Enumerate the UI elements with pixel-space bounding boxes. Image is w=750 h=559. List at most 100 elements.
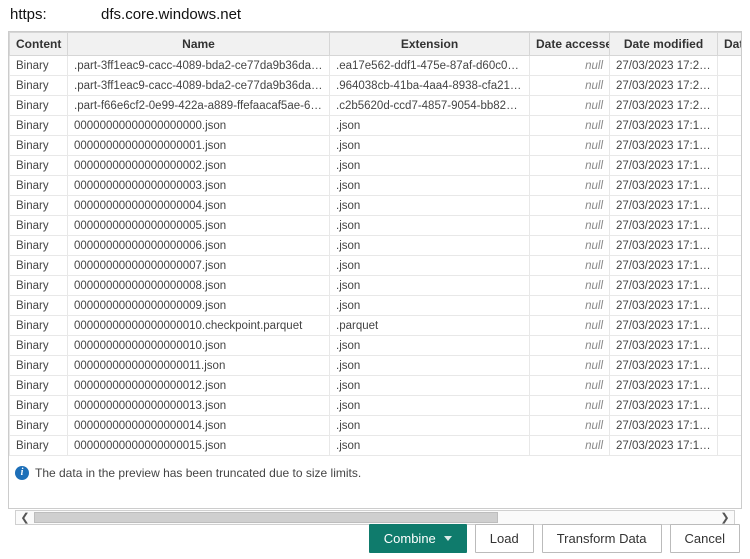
cell-extension: .c2b5620d-ccd7-4857-9054-bb826d79604b <box>330 96 530 116</box>
cell-date-accessed: null <box>530 376 610 396</box>
col-extension[interactable]: Extension <box>330 33 530 56</box>
cell-extension: .json <box>330 296 530 316</box>
cell-extension: .json <box>330 436 530 456</box>
cell-content: Binary <box>10 376 68 396</box>
col-content[interactable]: Content <box>10 33 68 56</box>
scroll-right-button[interactable]: ❯ <box>716 511 734 524</box>
cell-date-accessed: null <box>530 96 610 116</box>
cell-date-accessed: null <box>530 276 610 296</box>
cell-date-c <box>718 116 742 136</box>
table-row[interactable]: Binary00000000000000000005.json.jsonnull… <box>10 216 742 236</box>
cell-date-c <box>718 316 742 336</box>
cell-date-modified: 27/03/2023 17:19:49 <box>610 376 718 396</box>
cell-content: Binary <box>10 356 68 376</box>
transform-data-button[interactable]: Transform Data <box>542 524 662 553</box>
cell-date-c <box>718 156 742 176</box>
cell-date-modified: 27/03/2023 17:19:45 <box>610 336 718 356</box>
load-button[interactable]: Load <box>475 524 534 553</box>
horizontal-scrollbar[interactable]: ❮ ❯ <box>15 510 735 525</box>
cell-name: 00000000000000000011.json <box>68 356 330 376</box>
cell-date-c <box>718 96 742 116</box>
cell-content: Binary <box>10 76 68 96</box>
cell-name: 00000000000000000005.json <box>68 216 330 236</box>
table-row[interactable]: Binary00000000000000000010.json.jsonnull… <box>10 336 742 356</box>
cell-extension: .json <box>330 236 530 256</box>
cell-date-modified: 27/03/2023 17:19:37 <box>610 236 718 256</box>
cell-extension: .parquet <box>330 316 530 336</box>
table-row[interactable]: Binary00000000000000000006.json.jsonnull… <box>10 236 742 256</box>
cell-date-modified: 27/03/2023 17:21:26 <box>610 76 718 96</box>
cell-content: Binary <box>10 256 68 276</box>
cell-date-modified: 27/03/2023 17:19:51 <box>610 396 718 416</box>
col-date-accessed[interactable]: Date accessed <box>530 33 610 56</box>
cell-date-modified: 27/03/2023 17:23:36 <box>610 96 718 116</box>
cell-date-c <box>718 336 742 356</box>
cell-date-accessed: null <box>530 56 610 76</box>
table-row[interactable]: Binary00000000000000000014.json.jsonnull… <box>10 416 742 436</box>
cell-date-c <box>718 396 742 416</box>
scroll-left-button[interactable]: ❮ <box>16 511 34 524</box>
col-date-modified[interactable]: Date modified <box>610 33 718 56</box>
table-row[interactable]: Binary.part-3ff1eac9-cacc-4089-bda2-ce77… <box>10 56 742 76</box>
cell-date-modified: 27/03/2023 17:19:46 <box>610 316 718 336</box>
cell-name: 00000000000000000008.json <box>68 276 330 296</box>
cell-name: 00000000000000000000.json <box>68 116 330 136</box>
table-row[interactable]: Binary.part-f66e6cf2-0e99-422a-a889-ffef… <box>10 96 742 116</box>
info-icon: i <box>15 466 29 480</box>
cell-name: .part-f66e6cf2-0e99-422a-a889-ffefaacaf5… <box>68 96 330 116</box>
cell-date-modified: 27/03/2023 17:19:26 <box>610 116 718 136</box>
cell-extension: .json <box>330 116 530 136</box>
cell-content: Binary <box>10 196 68 216</box>
cell-date-modified: 27/03/2023 17:19:41 <box>610 276 718 296</box>
table-row[interactable]: Binary00000000000000000015.json.jsonnull… <box>10 436 742 456</box>
url-bar: https: dfs.core.windows.net <box>0 0 750 31</box>
table-row[interactable]: Binary00000000000000000003.json.jsonnull… <box>10 176 742 196</box>
cell-date-accessed: null <box>530 436 610 456</box>
cell-name: 00000000000000000004.json <box>68 196 330 216</box>
col-name[interactable]: Name <box>68 33 330 56</box>
cell-date-modified: 27/03/2023 17:19:35 <box>610 216 718 236</box>
cell-date-accessed: null <box>530 136 610 156</box>
table-row[interactable]: Binary00000000000000000000.json.jsonnull… <box>10 116 742 136</box>
combine-label: Combine <box>384 531 436 546</box>
cell-date-modified: 27/03/2023 17:19:27 <box>610 136 718 156</box>
cell-date-accessed: null <box>530 76 610 96</box>
cell-name: 00000000000000000003.json <box>68 176 330 196</box>
cell-extension: .json <box>330 376 530 396</box>
cell-name: 00000000000000000009.json <box>68 296 330 316</box>
table-row[interactable]: Binary00000000000000000012.json.jsonnull… <box>10 376 742 396</box>
cell-name: 00000000000000000014.json <box>68 416 330 436</box>
scroll-thumb[interactable] <box>34 512 498 523</box>
table-row[interactable]: Binary00000000000000000007.json.jsonnull… <box>10 256 742 276</box>
cell-date-modified: 27/03/2023 17:19:39 <box>610 256 718 276</box>
table-row[interactable]: Binary00000000000000000011.json.jsonnull… <box>10 356 742 376</box>
cell-date-c <box>718 216 742 236</box>
table-row[interactable]: Binary00000000000000000009.json.jsonnull… <box>10 296 742 316</box>
cell-name: 00000000000000000002.json <box>68 156 330 176</box>
table-row[interactable]: Binary.part-3ff1eac9-cacc-4089-bda2-ce77… <box>10 76 742 96</box>
preview-table: Content Name Extension Date accessed Dat… <box>8 31 742 509</box>
scroll-track[interactable] <box>34 511 716 524</box>
table-row[interactable]: Binary00000000000000000004.json.jsonnull… <box>10 196 742 216</box>
cell-content: Binary <box>10 236 68 256</box>
table-row[interactable]: Binary00000000000000000010.checkpoint.pa… <box>10 316 742 336</box>
cell-date-accessed: null <box>530 256 610 276</box>
info-text: The data in the preview has been truncat… <box>35 466 361 480</box>
table-row[interactable]: Binary00000000000000000013.json.jsonnull… <box>10 396 742 416</box>
table-row[interactable]: Binary00000000000000000002.json.jsonnull… <box>10 156 742 176</box>
cell-content: Binary <box>10 316 68 336</box>
cancel-button[interactable]: Cancel <box>670 524 740 553</box>
combine-button[interactable]: Combine <box>369 524 467 553</box>
cell-extension: .json <box>330 216 530 236</box>
cell-name: 00000000000000000001.json <box>68 136 330 156</box>
cell-date-c <box>718 56 742 76</box>
cell-date-c <box>718 376 742 396</box>
cell-content: Binary <box>10 416 68 436</box>
cell-date-accessed: null <box>530 336 610 356</box>
cell-date-accessed: null <box>530 116 610 136</box>
table-row[interactable]: Binary00000000000000000008.json.jsonnull… <box>10 276 742 296</box>
col-date-c[interactable]: Date c <box>718 33 742 56</box>
table-row[interactable]: Binary00000000000000000001.json.jsonnull… <box>10 136 742 156</box>
cell-extension: .json <box>330 416 530 436</box>
cell-content: Binary <box>10 336 68 356</box>
